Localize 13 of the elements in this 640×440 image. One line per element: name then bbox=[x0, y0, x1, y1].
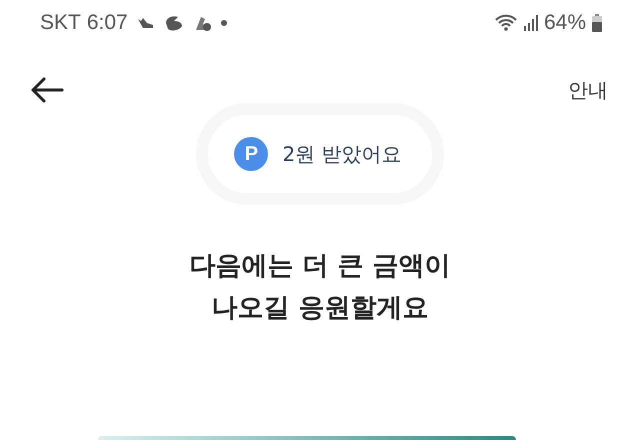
carrier-name: SKT bbox=[40, 11, 81, 35]
reward-text: 2원 받았어요 bbox=[282, 140, 402, 168]
clock-time: 6:07 bbox=[86, 11, 128, 35]
battery-percent: 64% bbox=[544, 11, 586, 35]
message-line: 다음에는 더 큰 금액이 bbox=[189, 250, 451, 283]
point-badge: P bbox=[234, 137, 268, 171]
wifi-icon bbox=[494, 14, 518, 32]
dot-icon bbox=[220, 19, 228, 27]
signal-icon bbox=[524, 15, 538, 31]
help-link[interactable]: 안내 bbox=[568, 76, 608, 104]
battery-icon bbox=[592, 14, 602, 32]
message-line: 나오길 응원할게요 bbox=[211, 292, 429, 325]
back-arrow-icon[interactable] bbox=[30, 77, 64, 103]
